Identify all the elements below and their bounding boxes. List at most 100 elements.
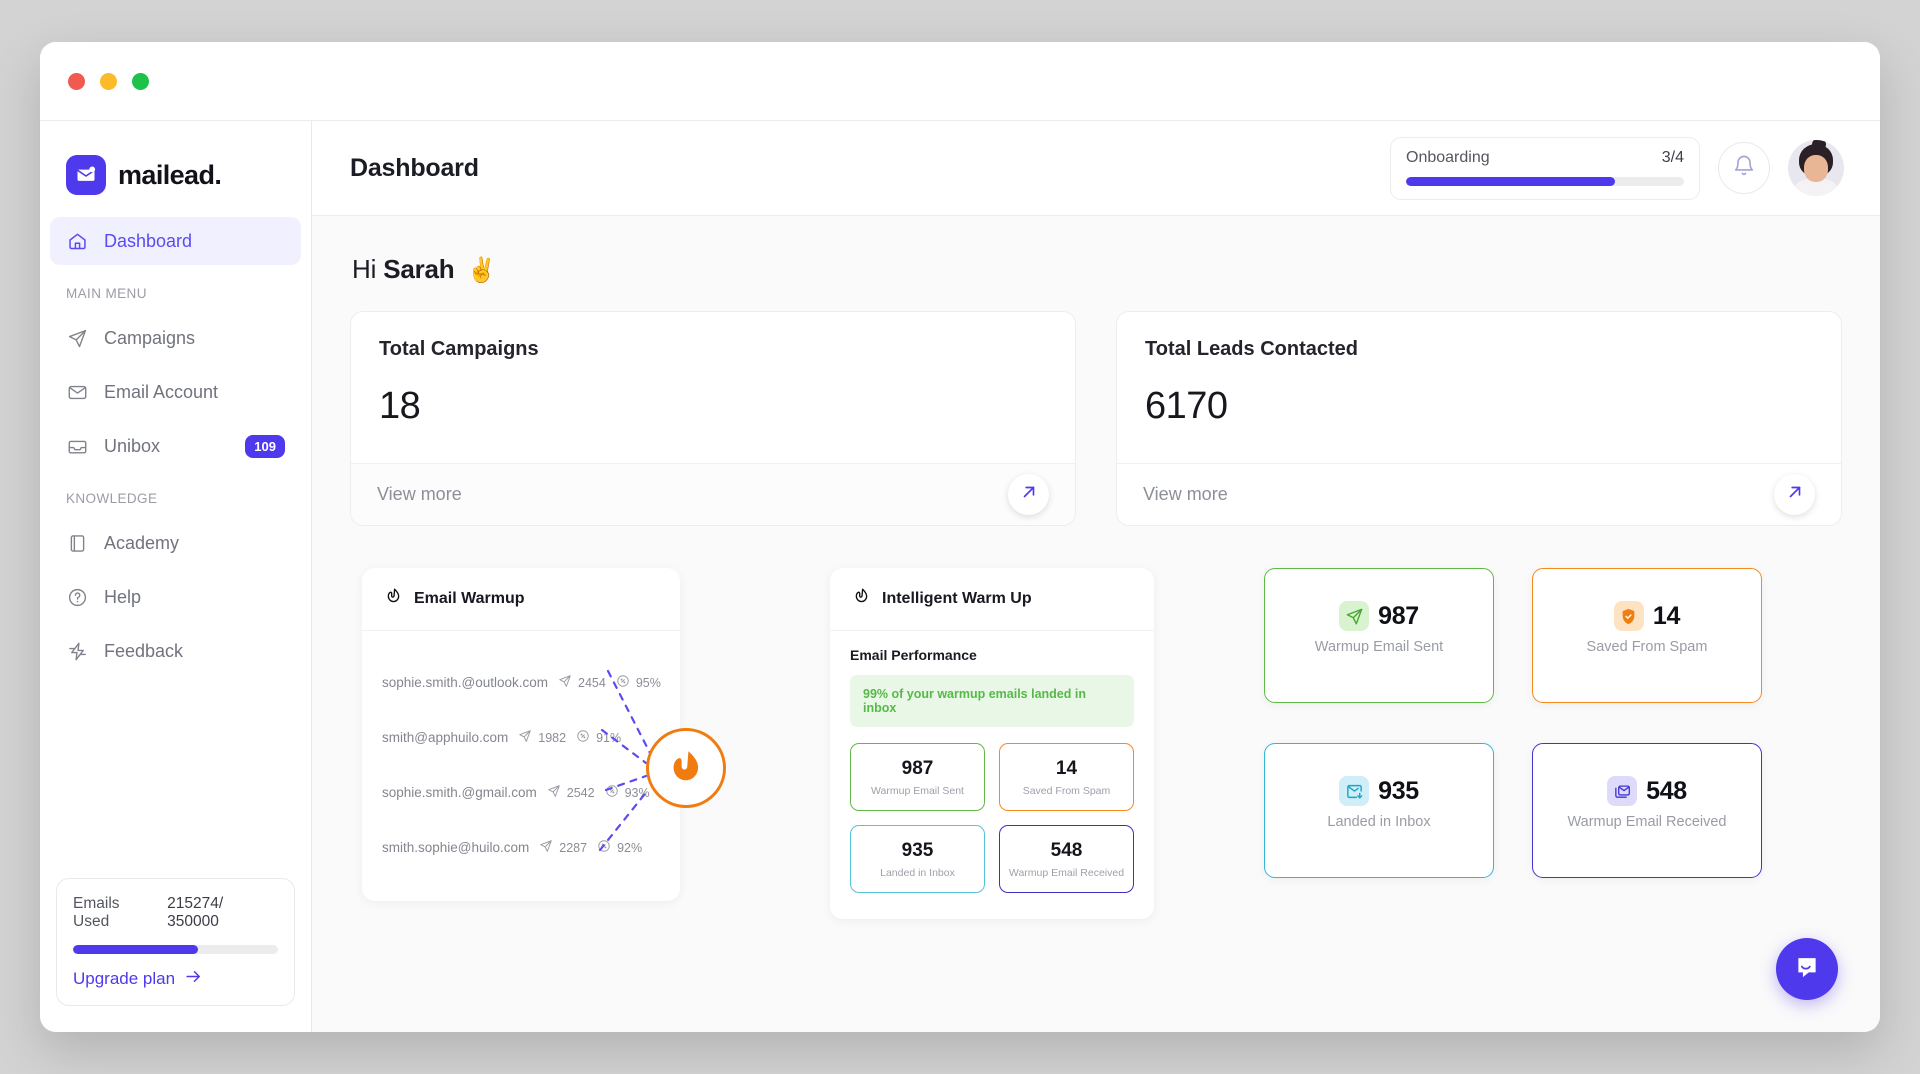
list-item[interactable]: smith.sophie@huilo.com 2287 92% (362, 820, 680, 875)
intelligent-warmup-title: Intelligent Warm Up (882, 590, 1032, 608)
sidebar-item-feedback[interactable]: Feedback (50, 627, 301, 675)
percent-circle-icon (616, 674, 630, 691)
stat-card-saved-from-spam: 14 Saved From Spam (1532, 568, 1762, 703)
envelope-icon (66, 381, 89, 404)
warmup-rate-stat: 91% (576, 729, 621, 746)
metric-value: 935 (857, 840, 978, 862)
sidebar-item-academy[interactable]: Academy (50, 519, 301, 567)
dashboard-content: Hi Sarah✌️ Total Campaigns 18 View more (312, 216, 1880, 1032)
warmup-row: Email Warmup sophie.smith.@outlook.com 2… (350, 568, 1842, 919)
paper-plane-icon (547, 784, 561, 801)
stat-card-warmup-email-received: 548 Warmup Email Received (1532, 743, 1762, 878)
percent-circle-icon (605, 784, 619, 801)
sidebar-section-knowledge: KNOWLEDGE (40, 473, 311, 516)
page-title: Dashboard (350, 154, 479, 183)
onboarding-label: Onboarding (1406, 149, 1490, 167)
email-warmup-panel: Email Warmup sophie.smith.@outlook.com 2… (362, 568, 680, 901)
warmup-rate-stat: 95% (616, 674, 661, 691)
kpi-card-total-campaigns: Total Campaigns 18 View more (350, 311, 1076, 526)
email-warmup-title: Email Warmup (414, 590, 525, 608)
list-item[interactable]: sophie.smith.@gmail.com 2542 93% (362, 765, 680, 820)
avatar[interactable] (1788, 140, 1844, 196)
chat-widget-button[interactable] (1776, 938, 1838, 1000)
kpi-title: Total Leads Contacted (1145, 338, 1813, 361)
brand-logo[interactable]: mailead. (40, 143, 311, 199)
kpi-card-total-leads-contacted: Total Leads Contacted 6170 View more (1116, 311, 1842, 526)
view-more-label[interactable]: View more (377, 484, 462, 505)
upgrade-plan-link[interactable]: Upgrade plan (73, 967, 278, 991)
plan-usage-value: 215274/ 350000 (167, 895, 278, 931)
notifications-button[interactable] (1718, 142, 1770, 194)
stat-label: Warmup Email Received (1567, 814, 1726, 830)
window-minimize-dot[interactable] (100, 73, 117, 90)
mail-stack-icon (1607, 776, 1637, 806)
onboarding-count: 3/4 (1662, 149, 1684, 167)
sidebar-item-label: Feedback (104, 641, 285, 662)
email-performance-label: Email Performance (850, 647, 1134, 663)
window-maximize-dot[interactable] (132, 73, 149, 90)
question-circle-icon (66, 586, 89, 609)
view-more-label[interactable]: View more (1143, 484, 1228, 505)
plan-usage-card: Emails Used 215274/ 350000 Upgrade plan (56, 878, 295, 1006)
view-more-button[interactable] (1008, 474, 1049, 515)
sidebar-item-label: Dashboard (104, 231, 285, 252)
stat-card-landed-in-inbox: 935 Landed in Inbox (1264, 743, 1494, 878)
metric-value: 548 (1006, 840, 1127, 862)
warmup-sent-value: 2542 (567, 786, 595, 800)
metric-card-saved-from-spam: 14 Saved From Spam (999, 743, 1134, 811)
inbox-download-icon (1339, 776, 1369, 806)
kpi-value: 6170 (1145, 385, 1813, 428)
warmup-email-address: sophie.smith.@outlook.com (382, 675, 548, 690)
intelligent-warmup-panel: Intelligent Warm Up Email Performance 99… (830, 568, 1154, 919)
stat-value: 935 (1378, 777, 1419, 806)
stat-card-warmup-email-sent: 987 Warmup Email Sent (1264, 568, 1494, 703)
envelope-logo-icon (66, 155, 106, 195)
sidebar-item-help[interactable]: Help (50, 573, 301, 621)
paper-plane-icon (518, 729, 532, 746)
sidebar-item-label: Help (104, 587, 285, 608)
home-icon (66, 230, 89, 253)
plan-usage-row: Emails Used 215274/ 350000 (73, 895, 278, 931)
peace-hand-emoji: ✌️ (466, 257, 496, 284)
plan-usage-label: Emails Used (73, 895, 159, 931)
warmup-sent-value: 2454 (578, 676, 606, 690)
window-close-dot[interactable] (68, 73, 85, 90)
kpi-row: Total Campaigns 18 View more (350, 311, 1842, 526)
sidebar-item-campaigns[interactable]: Campaigns (50, 314, 301, 362)
kpi-title: Total Campaigns (379, 338, 1047, 361)
warmup-rate-value: 93% (625, 786, 650, 800)
stat-label: Saved From Spam (1587, 639, 1708, 655)
view-more-button[interactable] (1774, 474, 1815, 515)
kpi-value: 18 (379, 385, 1047, 428)
stat-value: 14 (1653, 602, 1680, 631)
arrow-up-right-icon (1785, 482, 1805, 507)
browser-window: mailead. Dashboard MAIN MENU (40, 42, 1880, 1032)
sidebar-item-unibox[interactable]: Unibox 109 (50, 422, 301, 470)
warmup-rate-stat: 93% (605, 784, 650, 801)
sidebar: mailead. Dashboard MAIN MENU (40, 120, 312, 1032)
list-item[interactable]: sophie.smith.@outlook.com 2454 95% (362, 655, 680, 710)
metric-card-warmup-email-sent: 987 Warmup Email Sent (850, 743, 985, 811)
window-titlebar (40, 42, 1880, 120)
kpi-footer: View more (1117, 463, 1841, 525)
metric-value: 987 (857, 758, 978, 780)
sidebar-item-email-account[interactable]: Email Account (50, 368, 301, 416)
sidebar-item-label: Unibox (104, 436, 230, 457)
sidebar-item-dashboard[interactable]: Dashboard (50, 217, 301, 265)
metric-value: 14 (1006, 758, 1127, 780)
lightning-icon (66, 640, 89, 663)
email-warmup-header: Email Warmup (362, 568, 680, 631)
warmup-email-address: smith.sophie@huilo.com (382, 840, 529, 855)
onboarding-progress-fill (1406, 177, 1615, 186)
stat-value: 548 (1646, 777, 1687, 806)
percent-circle-icon (576, 729, 590, 746)
onboarding-progress-card[interactable]: Onboarding 3/4 (1390, 137, 1700, 200)
arrow-up-right-icon (1019, 482, 1039, 507)
greeting-prefix: Hi (352, 254, 383, 284)
warmup-sent-stat: 2542 (547, 784, 595, 801)
warmup-rate-value: 91% (596, 731, 621, 745)
sidebar-section-main-menu: MAIN MENU (40, 268, 311, 311)
paper-plane-icon (1339, 601, 1369, 631)
email-warmup-list: sophie.smith.@outlook.com 2454 95% (362, 631, 680, 901)
list-item[interactable]: smith@apphuilo.com 1982 91% (362, 710, 680, 765)
